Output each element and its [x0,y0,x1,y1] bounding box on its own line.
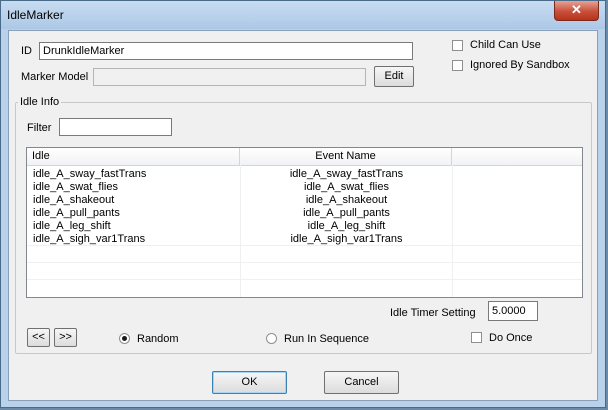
filter-label: Filter [27,122,52,134]
marker-model-input [93,68,366,86]
close-icon: ✕ [571,2,582,17]
row-divider [27,262,582,263]
table-row[interactable]: idle_A_swat_flies idle_A_swat_flies [27,181,582,194]
ignored-by-sandbox-label: Ignored By Sandbox [470,59,570,71]
previous-button[interactable]: << [27,328,50,347]
event-cell: idle_A_shakeout [305,194,388,206]
do-once-label: Do Once [489,332,533,344]
table-row[interactable]: idle_A_pull_pants idle_A_pull_pants [27,207,582,220]
idle-cell: idle_A_sway_fastTrans [33,168,147,180]
idle-cell: idle_A_leg_shift [33,220,111,232]
marker-model-label: Marker Model [21,71,89,83]
window-title: IdleMarker [7,8,64,22]
child-can-use-checkbox[interactable] [452,40,463,51]
row-divider [27,279,582,280]
event-cell: idle_A_sway_fastTrans [289,168,404,180]
id-input[interactable] [39,42,413,60]
idle-timer-label: Idle Timer Setting [390,307,476,319]
edit-button[interactable]: Edit [374,66,414,87]
cancel-button[interactable]: Cancel [324,371,399,394]
column-header-idle[interactable]: Idle [27,148,240,165]
column-header-event-name[interactable]: Event Name [240,148,452,165]
table-row[interactable]: idle_A_sigh_var1Trans idle_A_sigh_var1Tr… [27,233,582,246]
idle-cell: idle_A_sigh_var1Trans [33,233,146,245]
event-cell: idle_A_sigh_var1Trans [290,233,403,245]
filter-input[interactable] [59,118,172,136]
idle-list[interactable]: Idle Event Name idle_A_sway_fastTrans id… [26,147,583,298]
ok-button[interactable]: OK [212,371,287,394]
idle-cell: idle_A_pull_pants [33,207,120,219]
id-label: ID [21,45,32,57]
random-label: Random [137,333,179,345]
ignored-by-sandbox-checkbox[interactable] [452,60,463,71]
idle-list-header: Idle Event Name [27,148,582,166]
table-row[interactable]: idle_A_leg_shift idle_A_leg_shift [27,220,582,233]
table-row[interactable]: idle_A_sway_fastTrans idle_A_sway_fastTr… [27,168,582,181]
title-bar[interactable]: IdleMarker ✕ [1,1,605,29]
idle-marker-window: IdleMarker ✕ ID Marker Model Edit Child … [0,0,606,408]
run-in-sequence-radio[interactable] [266,333,277,344]
random-radio[interactable] [119,333,130,344]
column-header-empty[interactable] [452,148,582,165]
event-cell: idle_A_swat_flies [304,181,389,193]
close-button[interactable]: ✕ [554,1,599,21]
dialog-client: ID Marker Model Edit Child Can Use Ignor… [8,30,598,401]
idle-info-title: Idle Info [18,96,62,108]
table-row[interactable]: idle_A_shakeout idle_A_shakeout [27,194,582,207]
event-cell: idle_A_pull_pants [303,207,390,219]
idle-cell: idle_A_swat_flies [33,181,118,193]
event-cell: idle_A_leg_shift [307,220,386,232]
idle-timer-input[interactable] [488,301,538,321]
run-in-sequence-label: Run In Sequence [284,333,370,345]
child-can-use-label: Child Can Use [470,39,541,51]
do-once-checkbox[interactable] [471,332,482,343]
idle-cell: idle_A_shakeout [33,194,115,206]
next-button[interactable]: >> [54,328,77,347]
